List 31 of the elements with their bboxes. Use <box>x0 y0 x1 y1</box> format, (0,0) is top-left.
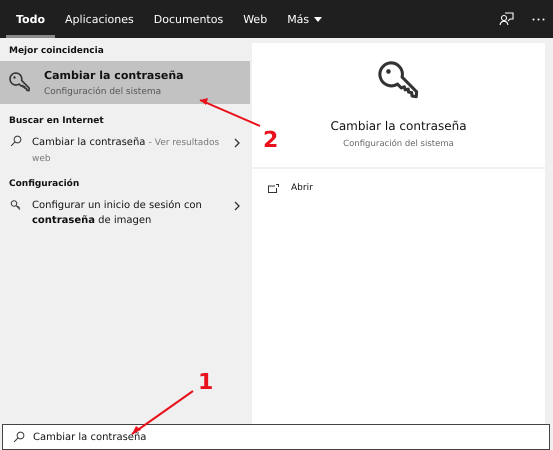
search-icon <box>13 431 25 443</box>
detail-title: Cambiar la contraseña <box>330 119 467 133</box>
chevron-right-icon[interactable] <box>234 201 240 211</box>
tab[interactable]: Web <box>233 0 278 38</box>
detail-subtitle: Configuración del sistema <box>343 139 454 149</box>
search-input[interactable]: Cambiar la contraseña <box>33 432 549 442</box>
search-icon <box>10 135 22 147</box>
tab[interactable]: Documentos <box>144 0 234 38</box>
key-icon <box>8 70 32 94</box>
annotation-arrow <box>200 98 260 127</box>
tab[interactable]: Aplicaciones <box>55 0 144 38</box>
key-icon <box>10 199 22 212</box>
chevron-right-icon[interactable] <box>234 138 240 148</box>
result-item[interactable]: Cambiar la contraseña - Ver resultados web <box>32 135 224 167</box>
caret-icon <box>314 16 322 22</box>
tab[interactable]: Todo <box>6 0 56 38</box>
tab[interactable]: Más <box>277 0 332 38</box>
search-field[interactable]: Cambiar la contraseña <box>2 424 550 450</box>
result-subtitle: Configuración del sistema <box>44 86 162 96</box>
result-title: Cambiar la contraseña <box>44 68 184 82</box>
open-icon <box>268 184 279 192</box>
annotation-number: 2 <box>263 128 278 153</box>
best-match-item[interactable]: Cambiar la contraseña Configuración del sistema <box>0 61 250 104</box>
feedback-icon[interactable] <box>499 12 514 26</box>
result-item[interactable]: Configurar un inicio de sesión con contraseña de imagen <box>32 198 224 228</box>
annotation-number: 1 <box>198 370 214 395</box>
section-heading: Buscar en Internet <box>8 115 105 128</box>
more-icon[interactable] <box>532 18 545 20</box>
section-heading: Configuración <box>8 178 80 191</box>
open-action[interactable]: Abrir <box>252 169 545 207</box>
section-heading: Mejor coincidencia <box>8 45 105 58</box>
